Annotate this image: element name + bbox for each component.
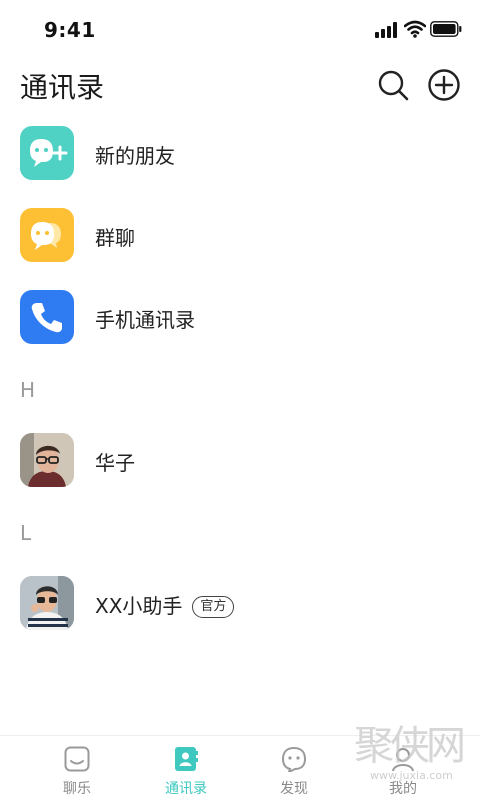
section-header-h: H [20,378,36,402]
group-chat-icon [20,208,74,262]
avatar [20,433,74,487]
tab-label: 聊乐 [63,781,91,797]
search-button[interactable] [376,68,410,102]
phone-icon [20,290,74,344]
page-title: 通讯录 [20,71,105,104]
tab-discover[interactable]: 发现 [234,736,354,801]
contact-row[interactable]: 华子 [0,425,480,495]
section-header-l: L [20,521,32,545]
contact-row[interactable]: XX小助手 官方 [0,568,480,638]
phone-contacts-label: 手机通讯录 [95,308,195,332]
contact-name-cell: XX小助手 官方 [95,590,235,619]
add-friend-icon [20,126,74,180]
status-time: 9:41 [44,18,96,42]
phone-contacts-item[interactable]: 手机通讯录 [0,282,480,352]
discover-icon [281,746,307,774]
tab-label: 发现 [280,781,308,797]
new-friends-item[interactable]: 新的朋友 [0,118,480,188]
avatar [20,576,74,630]
watermark-text: 聚侠网 [354,723,466,769]
chat-icon [64,746,90,772]
battery-icon [430,21,462,41]
contact-name: XX小助手 [95,594,183,618]
add-button[interactable] [427,68,461,102]
watermark: 聚侠网 www.juxia.com [350,705,475,790]
wifi-icon [403,20,427,42]
tab-label: 通讯录 [165,781,207,797]
search-icon [378,70,409,101]
contacts-icon [173,746,199,772]
plus-circle-icon [428,69,460,101]
status-bar: 9:41 [0,0,480,60]
official-badge: 官方 [192,596,235,618]
group-chat-label: 群聊 [95,226,135,250]
page-header: 通讯录 [0,60,480,112]
new-friends-label: 新的朋友 [95,144,175,168]
signal-icon [375,22,399,42]
watermark-url: www.juxia.com [370,769,453,782]
group-chat-item[interactable]: 群聊 [0,200,480,270]
tab-contacts[interactable]: 通讯录 [126,736,246,801]
contact-name: 华子 [95,451,135,475]
tab-chat[interactable]: 聊乐 [17,736,137,801]
